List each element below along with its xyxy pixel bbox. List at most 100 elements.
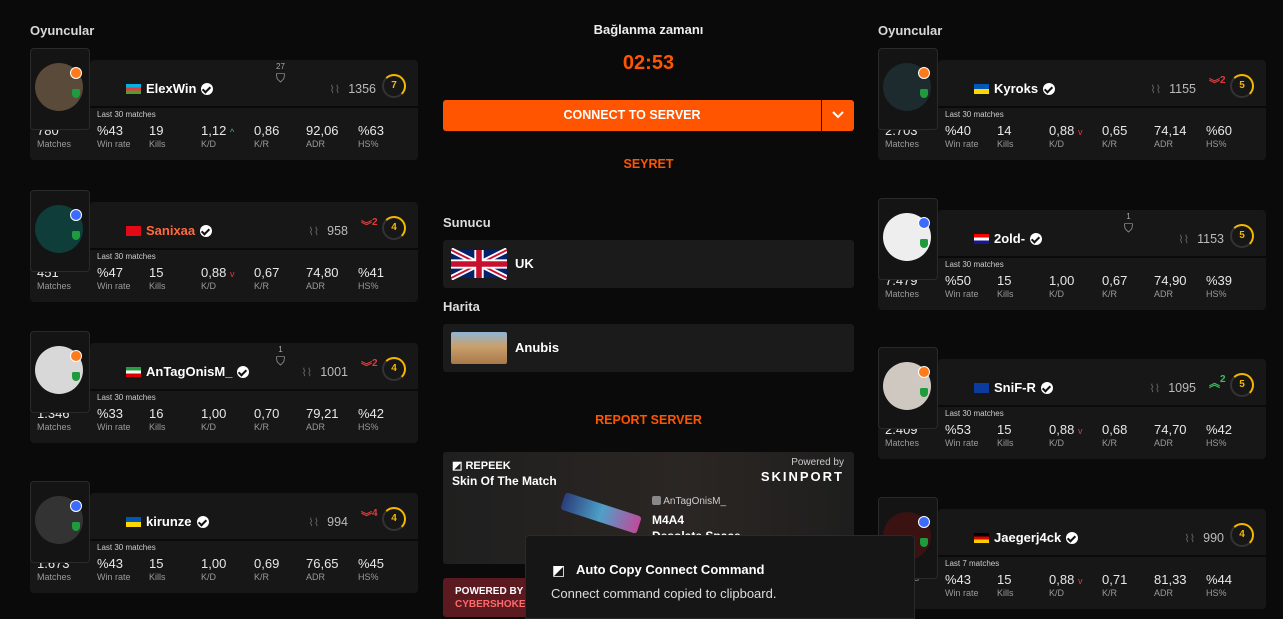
- stat-kills: 19 Kills: [149, 123, 166, 149]
- player-card-left-2[interactable]: AnTagOnisM_ 1 ⛉ ⌇⌇ 1001 ︾2 4 Last 30 match…: [30, 331, 418, 443]
- player-card-right-0[interactable]: Kyroks ⌇⌇ 1155 ︾2 5 Last 30 matches 2.703…: [878, 48, 1266, 160]
- stat-matches-label: Matches: [885, 139, 920, 149]
- connect-options-button[interactable]: [822, 100, 854, 131]
- player-card-left-1[interactable]: Sanixaa ⌇⌇ 958 ︾2 4 Last 30 matches 451 M…: [30, 190, 418, 302]
- elo-value: 958: [327, 224, 348, 238]
- level-ring: 5: [1230, 373, 1254, 397]
- stat-hs-label: HS%: [358, 422, 379, 432]
- stat-adr-label: ADR: [306, 139, 326, 149]
- verified-icon: [237, 366, 250, 378]
- stat-winrate-label: Win rate: [945, 438, 979, 448]
- stat-kr: 0,68 K/R: [1102, 422, 1127, 448]
- stat-kills: 14 Kills: [997, 123, 1014, 149]
- stat-kd-label: K/D: [201, 281, 217, 291]
- shield-icon: [920, 89, 928, 98]
- flag-icon: [126, 517, 141, 527]
- stat-adr: 81,33 ADR: [1154, 572, 1187, 598]
- player-card-right-1[interactable]: 2old- 1 ⛉ ⌇⌇ 1153 5 Last 30 matches 7.479 …: [878, 198, 1266, 310]
- stat-kr-value: 0,70: [254, 406, 280, 421]
- player-card-left-3[interactable]: kirunze ⌇⌇ 994 ︾4 4 Last 30 matches 1.673…: [30, 481, 418, 593]
- stat-winrate: %50 Win rate: [945, 273, 979, 299]
- player-card-right-2[interactable]: SniF-R ⌇⌇ 1095 ︽2 5 Last 30 matches 2.409…: [878, 347, 1266, 459]
- left-team-title: Oyuncular: [30, 23, 95, 38]
- watch-link[interactable]: SEYRET: [443, 157, 854, 171]
- flag-icon: [974, 234, 989, 244]
- player-name[interactable]: ElexWin: [126, 81, 214, 96]
- verified-icon: [1040, 382, 1053, 394]
- stat-hs-label: HS%: [1206, 139, 1227, 149]
- stat-winrate: %33 Win rate: [97, 406, 131, 432]
- skin-title: Skin Of The Match: [452, 474, 557, 488]
- elo-value: 994: [327, 515, 348, 529]
- map-label: Harita: [443, 299, 480, 314]
- stat-kr: 0,65 K/R: [1102, 123, 1127, 149]
- stat-adr: 74,14 ADR: [1154, 123, 1187, 149]
- stat-hs: %42 HS%: [358, 406, 384, 432]
- avatar[interactable]: [30, 331, 90, 413]
- stat-hs-value: %42: [1206, 422, 1233, 437]
- matches-note: Last 7 matches: [945, 559, 1000, 568]
- stat-kills-value: 15: [997, 273, 1012, 288]
- cyber-brand: CYBERSHOKE: [455, 599, 526, 610]
- stat-adr-label: ADR: [1154, 438, 1174, 448]
- connect-to-server-button[interactable]: CONNECT TO SERVER: [443, 100, 821, 131]
- kd-down-icon: v: [229, 269, 235, 279]
- player-card-left-0[interactable]: ElexWin 27 ⛉ ⌇⌇ 1356 7 Last 30 matches 780…: [30, 48, 418, 160]
- avatar[interactable]: [30, 481, 90, 563]
- player-name[interactable]: 2old-: [974, 231, 1043, 246]
- stat-kills-label: Kills: [997, 438, 1014, 448]
- stat-adr-label: ADR: [306, 422, 326, 432]
- stat-hs-label: HS%: [1206, 289, 1227, 299]
- repeek-toast-icon: ◩: [552, 562, 566, 578]
- stat-matches-label: Matches: [37, 572, 72, 582]
- stat-matches-label: Matches: [885, 289, 920, 299]
- level-ring: 5: [1230, 74, 1254, 98]
- flag-icon: [126, 84, 141, 94]
- stat-hs-value: %45: [358, 556, 385, 571]
- flag-icon: [974, 383, 989, 393]
- stat-matches-label: Matches: [37, 139, 72, 149]
- elo: ⌇⌇ 994: [308, 515, 348, 529]
- stat-adr-value: 79,21: [306, 406, 339, 421]
- skin-owner: AnTagOnisM_: [652, 496, 726, 507]
- stat-adr-value: 74,14: [1154, 123, 1187, 138]
- stat-winrate-label: Win rate: [97, 139, 131, 149]
- player-name[interactable]: Sanixaa: [126, 223, 213, 238]
- elo-down-icon: ︾2: [1209, 75, 1226, 91]
- map-thumbnail: [451, 332, 507, 364]
- stat-hs-value: %44: [1206, 572, 1233, 587]
- elo: ⌇⌇ 990: [1184, 531, 1224, 545]
- avatar[interactable]: [30, 48, 90, 130]
- verified-icon: [1066, 532, 1079, 544]
- uk-flag-icon: [451, 248, 507, 280]
- player-name[interactable]: SniF-R: [974, 380, 1053, 395]
- player-name[interactable]: AnTagOnisM_: [126, 364, 250, 379]
- avatar[interactable]: [878, 198, 938, 280]
- stat-kr-value: 0,69: [254, 556, 280, 571]
- cybershoke-banner[interactable]: POWERED BY CYBERSHOKE: [443, 578, 527, 617]
- stat-hs: %39 HS%: [1206, 273, 1232, 299]
- stat-kills-label: Kills: [997, 139, 1014, 149]
- player-name[interactable]: Jaegerj4ck: [974, 530, 1079, 545]
- stat-winrate-value: %33: [97, 406, 124, 421]
- kd-down-icon: v: [1077, 127, 1083, 137]
- player-card-right-3[interactable]: Jaegerj4ck ⌇⌇990 4 Last 7 matches Matche…: [878, 497, 1266, 609]
- stat-winrate-value: %43: [97, 556, 124, 571]
- stat-kd-value: 0,88: [201, 265, 227, 280]
- level-ring: 4: [382, 216, 406, 240]
- avatar[interactable]: [30, 190, 90, 272]
- stat-kd-label: K/D: [201, 139, 217, 149]
- stat-hs: %60 HS%: [1206, 123, 1232, 149]
- report-server-link[interactable]: REPORT SERVER: [443, 413, 854, 427]
- stat-kd-value: 0,88: [1049, 123, 1075, 138]
- elo-value: 1153: [1197, 232, 1224, 246]
- player-name[interactable]: Kyroks: [974, 81, 1056, 96]
- repeek-icon: ◩: [452, 460, 463, 472]
- level-badge-icon: [70, 67, 82, 79]
- avatar[interactable]: [878, 347, 938, 429]
- stat-winrate-label: Win rate: [945, 588, 979, 598]
- stat-winrate: %40 Win rate: [945, 123, 979, 149]
- player-name[interactable]: kirunze: [126, 514, 209, 529]
- avatar[interactable]: [878, 48, 938, 130]
- stat-kills: 15 Kills: [997, 422, 1014, 448]
